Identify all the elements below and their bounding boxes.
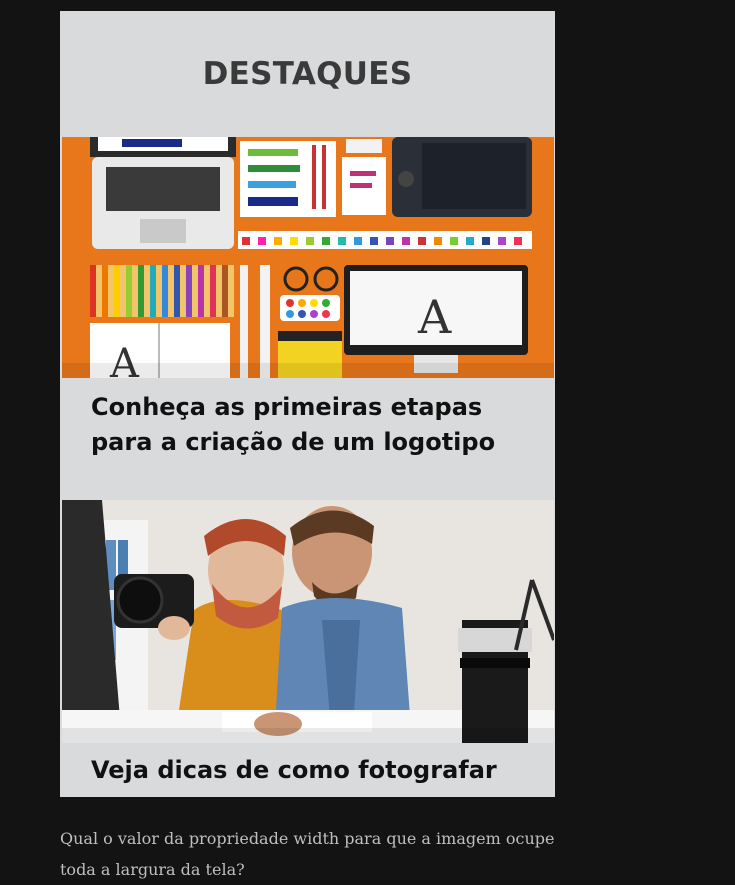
question-text: Qual o valor da propriedade width para q… (60, 829, 555, 879)
section-title: DESTAQUES (202, 56, 413, 92)
article-2-headline[interactable]: Veja dicas de como fotografar (91, 753, 541, 788)
article-1-headline[interactable]: Conheça as primeiras etapas para a criaç… (91, 390, 541, 460)
highlights-card: DESTAQUES A A Conheça as primeiras etapa… (60, 11, 555, 797)
article-2-image[interactable] (62, 500, 554, 743)
photographers-photo (62, 500, 554, 743)
designer-desk-illustration: A A (62, 137, 554, 378)
svg-text:A: A (417, 290, 452, 344)
article-1-image[interactable]: A A (62, 137, 554, 378)
